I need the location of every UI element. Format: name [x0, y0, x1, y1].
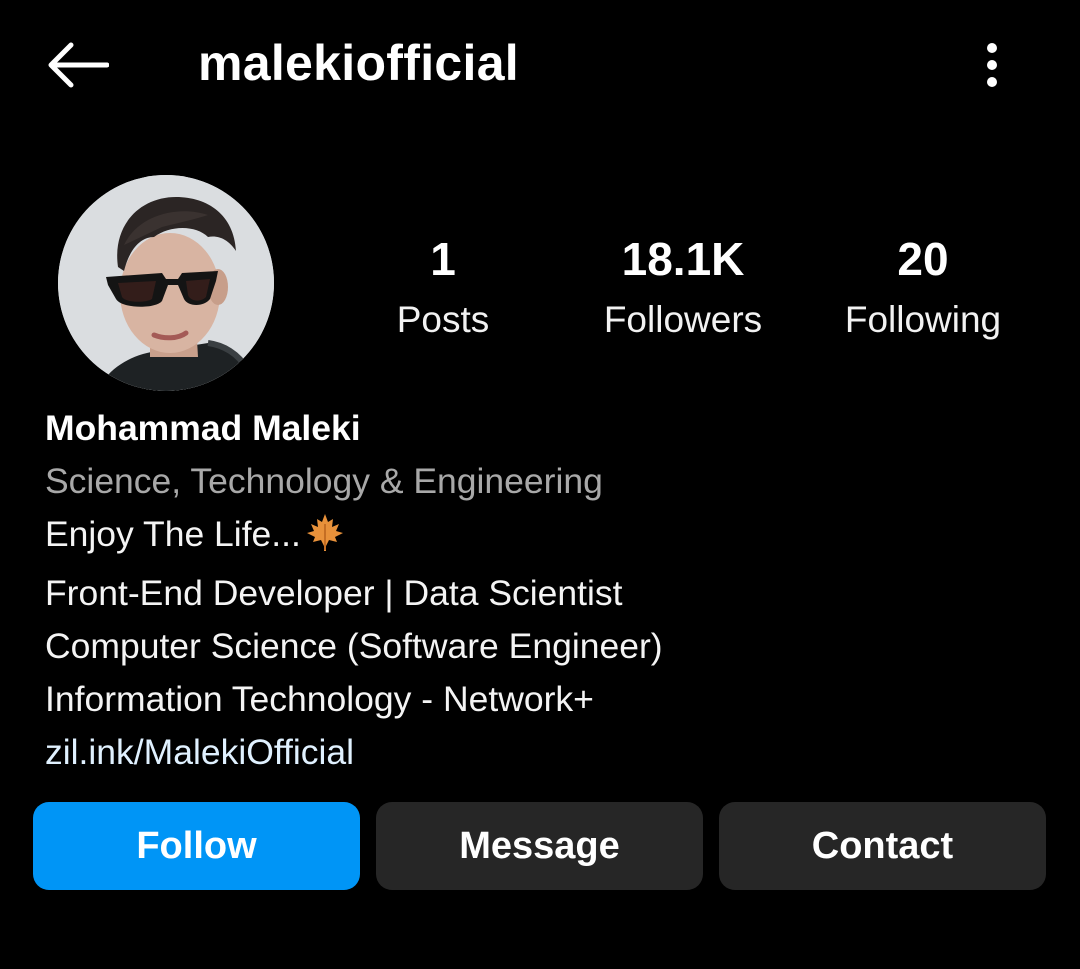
stat-label: Following	[844, 299, 1002, 340]
more-options-button[interactable]	[970, 36, 1014, 94]
more-vertical-icon	[987, 43, 997, 87]
arrow-left-icon	[48, 42, 109, 88]
stat-count: 1	[430, 233, 456, 285]
bio-line-3: Computer Science (Software Engineer)	[45, 626, 663, 666]
bio-line-2: Front-End Developer | Data Scientist	[45, 573, 623, 613]
display-name: Mohammad Maleki	[45, 408, 361, 448]
maple-leaf-icon	[305, 512, 345, 567]
profile-username: malekiofficial	[198, 35, 519, 91]
bio-line-1-text: Enjoy The Life...	[45, 514, 301, 554]
avatar[interactable]	[58, 175, 274, 391]
profile-bio: Mohammad Maleki Science, Technology & En…	[45, 402, 1045, 779]
contact-button[interactable]: Contact	[719, 802, 1046, 890]
profile-category: Science, Technology & Engineering	[45, 461, 603, 501]
profile-photo	[58, 175, 274, 391]
stat-count: 20	[897, 233, 949, 285]
bio-line-4: Information Technology - Network+	[45, 679, 594, 719]
message-button[interactable]: Message	[376, 802, 703, 890]
stat-followers[interactable]: 18.1K Followers	[573, 230, 793, 344]
top-bar: malekiofficial	[0, 0, 1080, 130]
stat-label: Posts	[396, 299, 490, 340]
back-button[interactable]	[40, 36, 114, 94]
stat-following[interactable]: 20 Following	[813, 230, 1033, 344]
bio-line-1: Enjoy The Life...	[45, 508, 1045, 567]
stat-count: 18.1K	[621, 233, 745, 285]
bio-link[interactable]: zil.ink/MalekiOfficial	[45, 726, 1045, 779]
stat-posts[interactable]: 1 Posts	[333, 230, 553, 344]
follow-button[interactable]: Follow	[33, 802, 360, 890]
stat-label: Followers	[603, 299, 763, 340]
